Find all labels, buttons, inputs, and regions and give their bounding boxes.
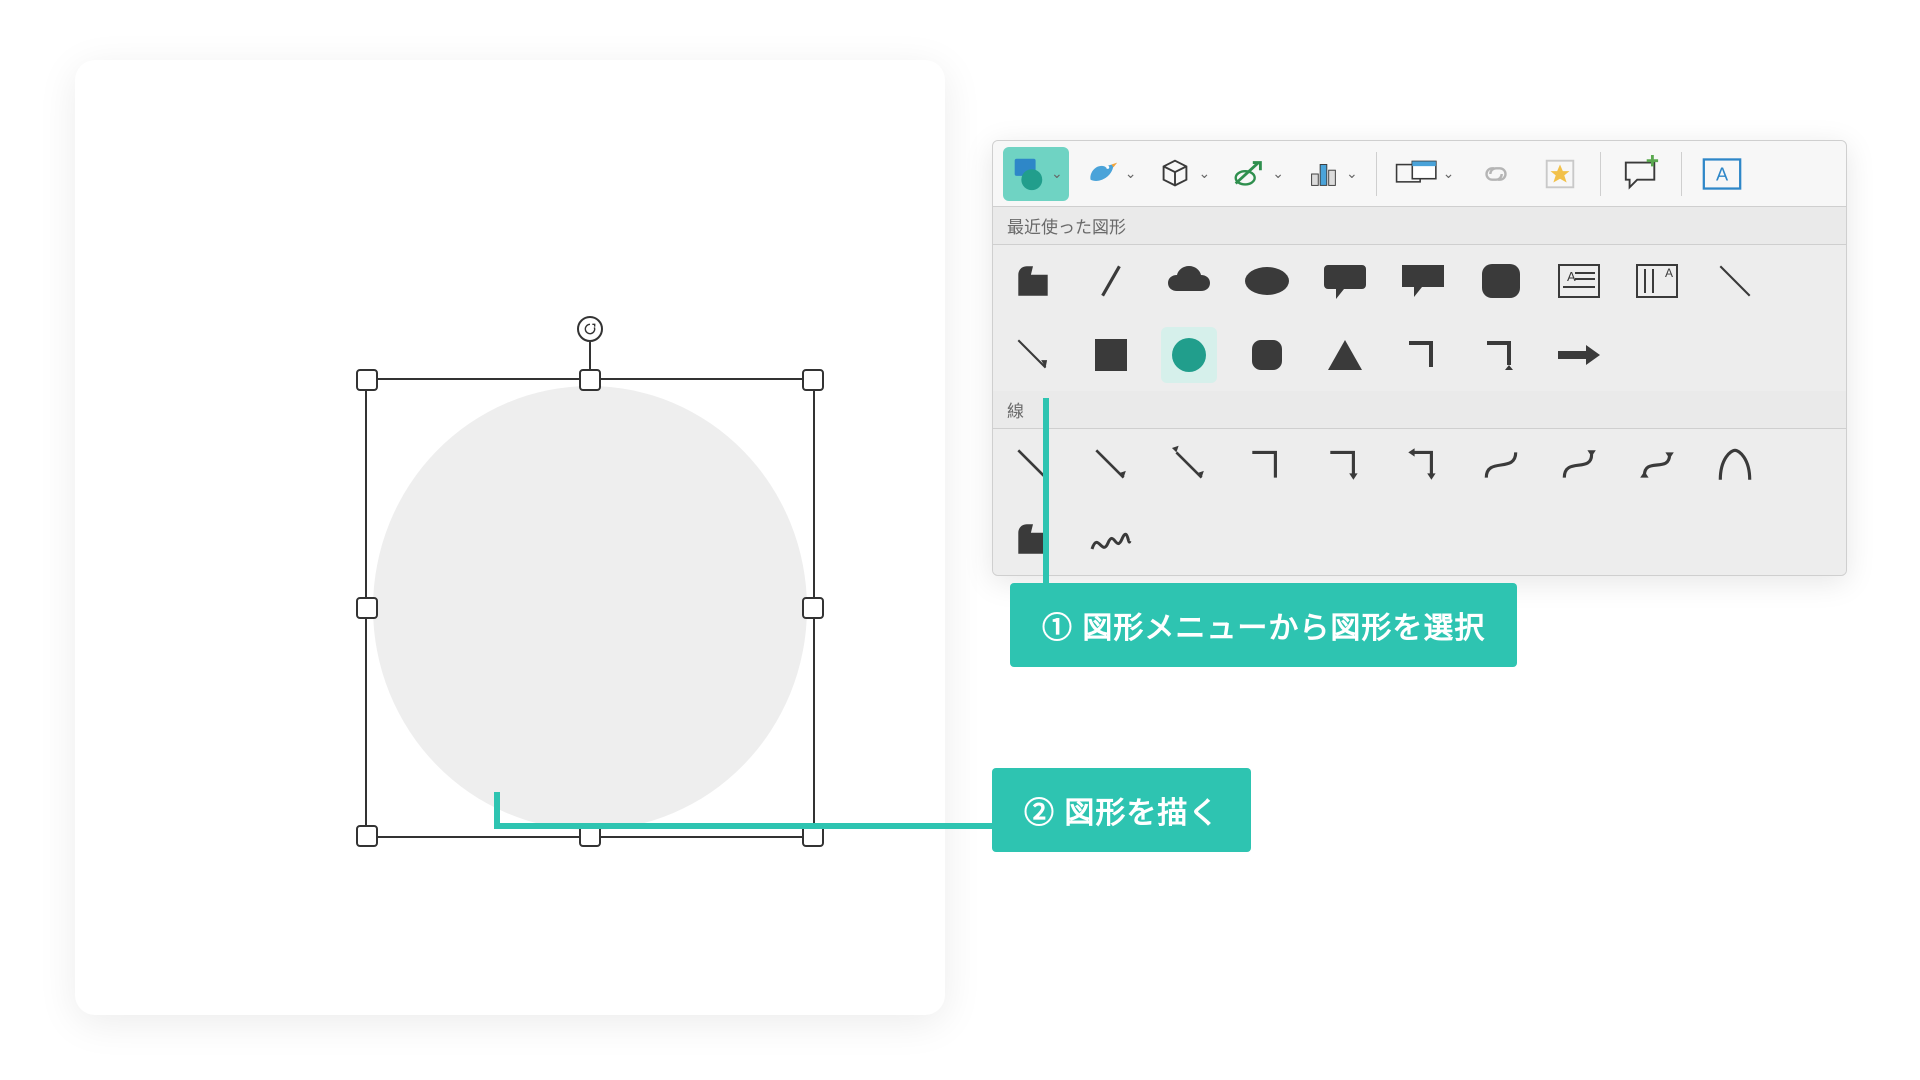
rotate-icon	[583, 322, 597, 336]
link-icon	[1477, 155, 1515, 193]
resize-handle-mid-right[interactable]	[802, 597, 824, 619]
svg-text:A: A	[1665, 266, 1673, 280]
ribbon-toolbar: A	[993, 141, 1846, 207]
resize-handle-mid-left[interactable]	[356, 597, 378, 619]
bird-icon	[1083, 155, 1121, 193]
shape-circle-menu-item[interactable]	[1161, 327, 1217, 383]
resize-handle-bottom-left[interactable]	[356, 825, 378, 847]
line-scribble[interactable]	[1083, 511, 1139, 567]
shape-cloud[interactable]	[1161, 253, 1217, 309]
textbox-icon: A	[1702, 157, 1742, 191]
shape-triangle[interactable]	[1317, 327, 1373, 383]
rotate-handle[interactable]	[577, 316, 603, 342]
shape-square-filled[interactable]	[1083, 327, 1139, 383]
line-freeform[interactable]	[1005, 511, 1061, 567]
shape-elbow-down[interactable]	[1395, 327, 1451, 383]
toolbar-separator	[1681, 152, 1682, 196]
action-button[interactable]	[1532, 147, 1588, 201]
callout-step1: ① 図形メニューから図形を選択	[1010, 583, 1517, 667]
line-elbow[interactable]	[1239, 437, 1295, 493]
slide-canvas[interactable]	[75, 60, 945, 1015]
smartart-icon	[1230, 155, 1268, 193]
comment-icon	[1620, 155, 1662, 193]
section-title-recent: 最近使った図形	[993, 207, 1846, 245]
recent-shapes-grid: A A	[993, 245, 1846, 391]
line-elbow-arrow[interactable]	[1317, 437, 1373, 493]
shape-arrow-right[interactable]	[1551, 327, 1607, 383]
new-comment-button[interactable]	[1613, 147, 1669, 201]
cube-icon	[1156, 155, 1194, 193]
line-curve-double-arrow[interactable]	[1629, 437, 1685, 493]
shapes-icon	[1009, 155, 1047, 193]
chart-menu-button[interactable]	[1298, 147, 1364, 201]
shape-line-arrow[interactable]	[1005, 327, 1061, 383]
section-title-lines: 線	[993, 391, 1846, 429]
line-curve[interactable]	[1473, 437, 1529, 493]
callout-step2: ② 図形を描く	[992, 768, 1251, 852]
shapes-menu-button[interactable]	[1003, 147, 1069, 201]
screenshot-menu-button[interactable]	[1389, 147, 1461, 201]
line-elbow-double-arrow[interactable]	[1395, 437, 1451, 493]
shape-text-box-h[interactable]: A	[1551, 253, 1607, 309]
link-button[interactable]	[1468, 147, 1524, 201]
icons-menu-button[interactable]	[1077, 147, 1143, 201]
shape-rounded-square[interactable]	[1239, 327, 1295, 383]
line-arrow-one[interactable]	[1083, 437, 1139, 493]
text-box-button[interactable]: A	[1694, 147, 1750, 201]
shape-line[interactable]	[1083, 253, 1139, 309]
svg-text:A: A	[1716, 164, 1729, 184]
smartart-menu-button[interactable]	[1224, 147, 1290, 201]
shape-rect-callout[interactable]	[1395, 253, 1451, 309]
resize-handle-top-right[interactable]	[802, 369, 824, 391]
toolbar-separator	[1376, 152, 1377, 196]
shape-circle[interactable]	[373, 386, 807, 830]
lines-grid	[993, 429, 1846, 575]
shape-oval-filled[interactable]	[1239, 253, 1295, 309]
resize-handle-bottom-mid[interactable]	[579, 825, 601, 847]
line-plain[interactable]	[1005, 437, 1061, 493]
line-arrow-double[interactable]	[1161, 437, 1217, 493]
shape-text-box-v[interactable]: A	[1629, 253, 1685, 309]
resize-handle-bottom-right[interactable]	[802, 825, 824, 847]
toolbar-separator	[1600, 152, 1601, 196]
star-icon	[1541, 155, 1579, 193]
svg-text:A: A	[1567, 269, 1576, 284]
3d-models-menu-button[interactable]	[1150, 147, 1216, 201]
line-curve-arrow[interactable]	[1551, 437, 1607, 493]
shapes-gallery-panel: A 最近使った図形 A A	[992, 140, 1847, 576]
shape-rounded-callout[interactable]	[1317, 253, 1373, 309]
shape-rounded-rect[interactable]	[1473, 253, 1529, 309]
screenshot-icon	[1395, 159, 1439, 189]
selection-bounding-box[interactable]	[365, 378, 815, 838]
resize-handle-top-left[interactable]	[356, 369, 378, 391]
shape-tab[interactable]	[1005, 253, 1061, 309]
chart-icon	[1304, 155, 1342, 193]
line-arc[interactable]	[1707, 437, 1763, 493]
resize-handle-top-mid[interactable]	[579, 369, 601, 391]
shape-elbow-right[interactable]	[1473, 327, 1529, 383]
shape-line-thin[interactable]	[1707, 253, 1763, 309]
